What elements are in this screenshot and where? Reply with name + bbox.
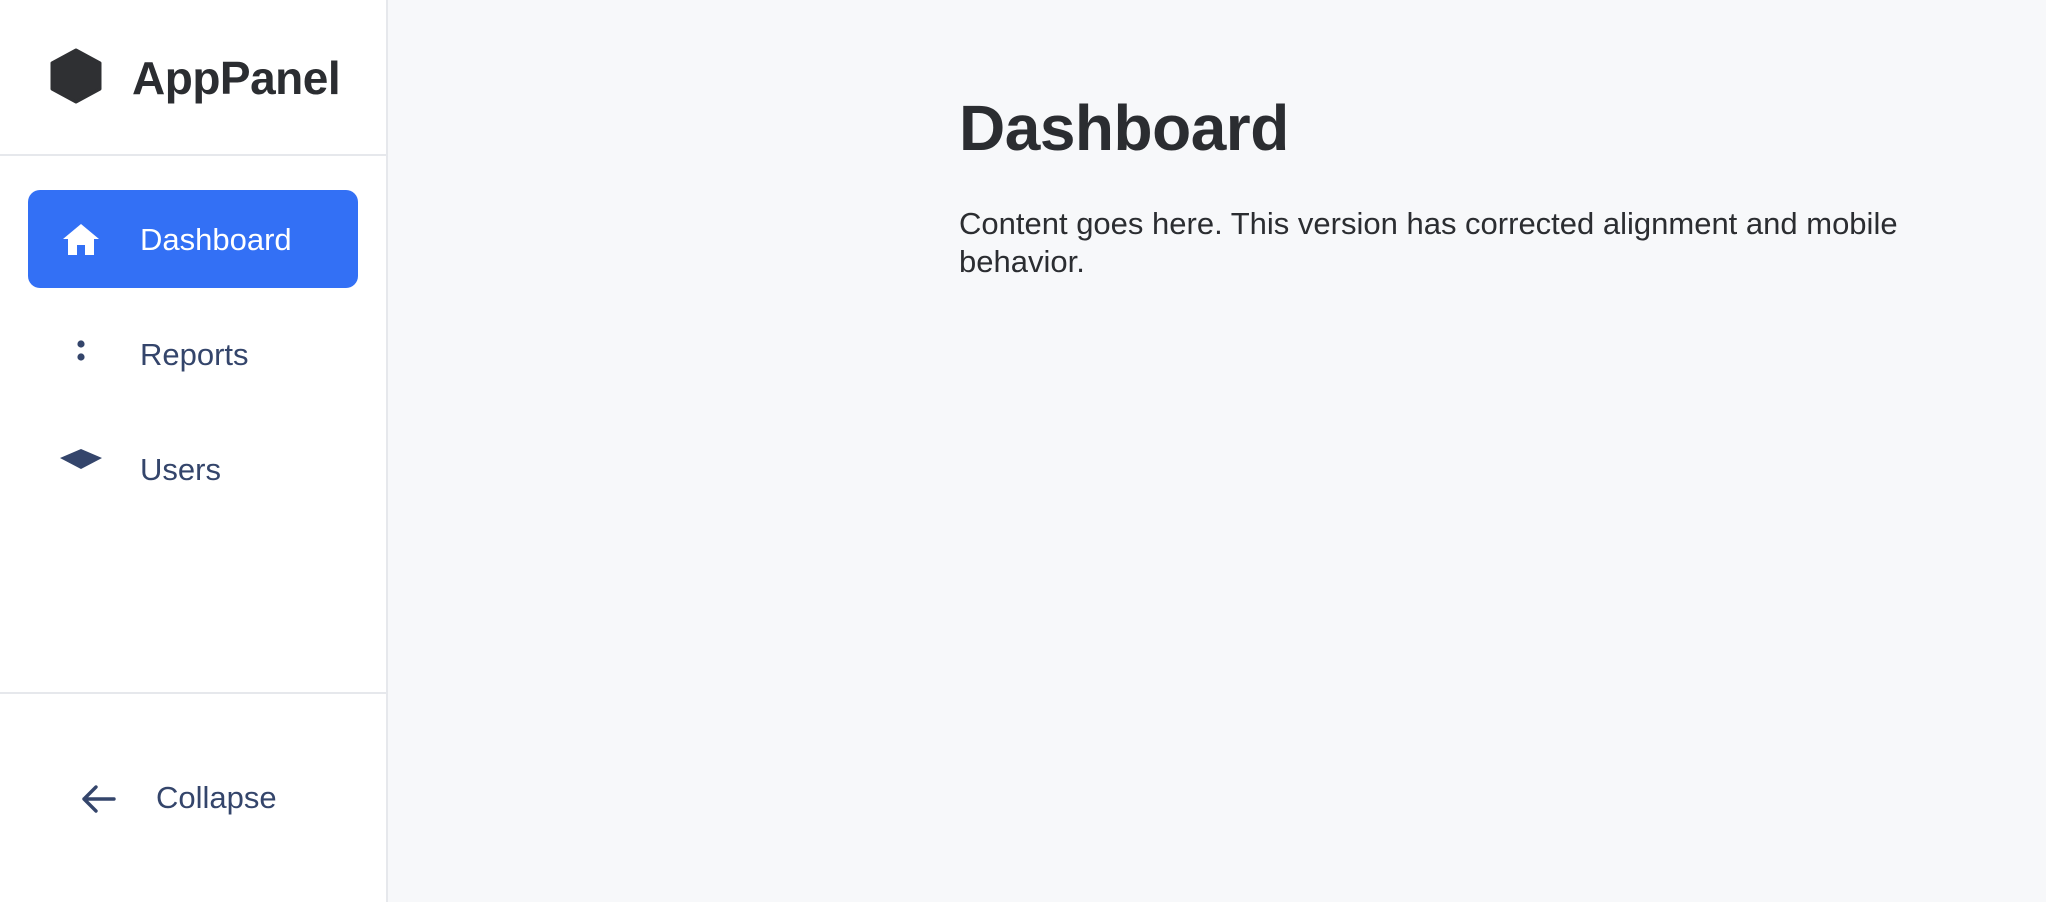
diamond-icon — [60, 449, 102, 491]
arrow-left-icon — [78, 778, 120, 820]
sidebar-item-label: Reports — [140, 337, 249, 372]
home-icon — [60, 219, 102, 261]
app-shell: AppPanel Dashboard Reports Users Collaps… — [0, 0, 2046, 902]
brand-header: AppPanel — [0, 0, 386, 156]
dots-icon — [60, 334, 102, 376]
sidebar-nav: Dashboard Reports Users — [28, 190, 358, 535]
sidebar-item-dashboard[interactable]: Dashboard — [28, 190, 358, 288]
page-body-text: Content goes here. This version has corr… — [959, 206, 1898, 279]
page-title: Dashboard — [959, 92, 1289, 164]
brand-name: AppPanel — [132, 52, 341, 104]
sidebar-item-label: Dashboard — [140, 222, 292, 257]
hexagon-icon — [50, 48, 102, 104]
main-content: Dashboard Content goes here. This versio… — [388, 0, 2046, 902]
sidebar-footer: Collapse — [0, 692, 386, 902]
collapse-button[interactable]: Collapse — [78, 770, 328, 826]
sidebar-item-label: Users — [140, 452, 221, 487]
sidebar: AppPanel Dashboard Reports Users Collaps… — [0, 0, 388, 902]
collapse-label: Collapse — [156, 780, 277, 815]
sidebar-item-reports[interactable]: Reports — [28, 305, 358, 403]
sidebar-item-users[interactable]: Users — [28, 420, 358, 518]
